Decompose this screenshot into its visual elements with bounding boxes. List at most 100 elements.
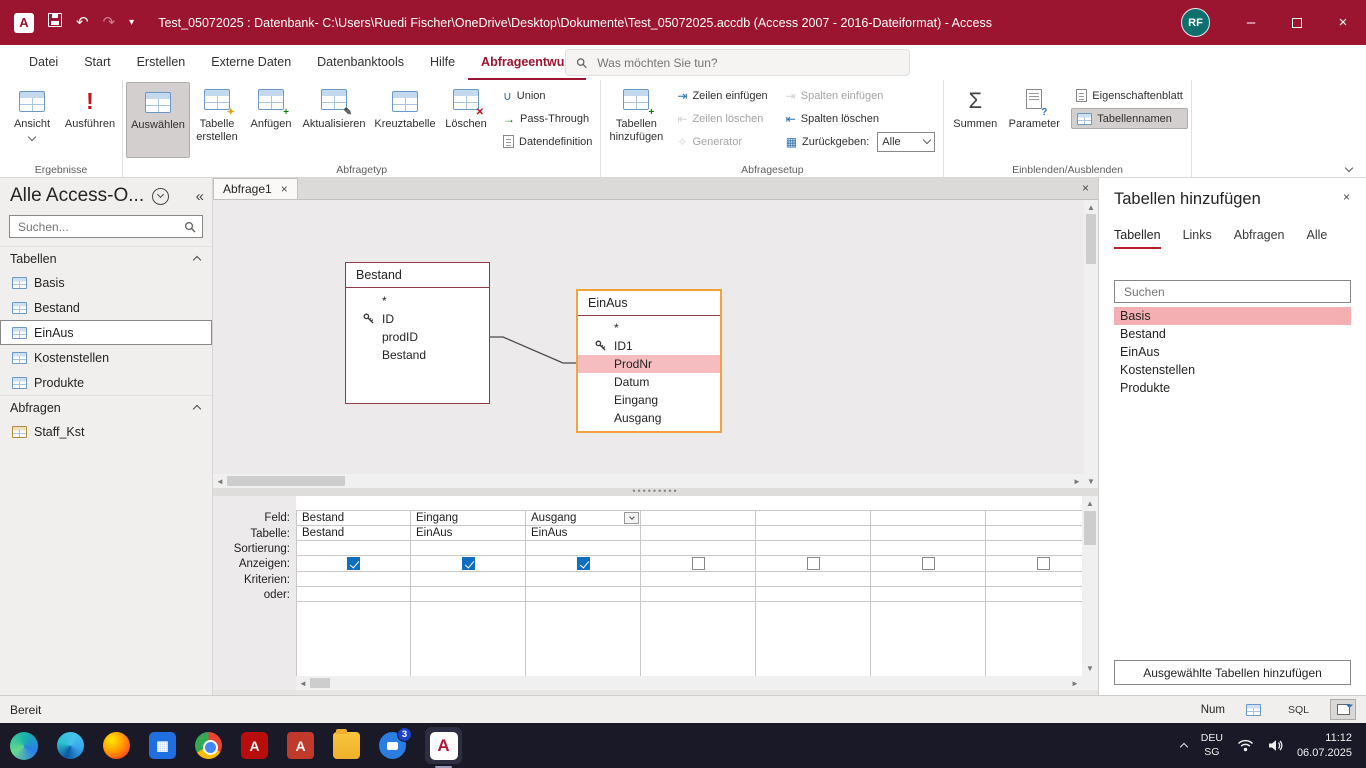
feld-cell[interactable]	[641, 510, 756, 526]
sortierung-cell[interactable]	[526, 541, 641, 556]
nav-item-staff-kst[interactable]: Staff_Kst	[0, 419, 212, 444]
panel-item-bestand[interactable]: Bestand	[1114, 325, 1351, 343]
field-star[interactable]: *	[346, 292, 489, 310]
anzeigen-checkbox[interactable]	[461, 557, 475, 570]
tabellennamen-toggle[interactable]: Tabellennamen	[1071, 108, 1188, 129]
tray-chevron-up[interactable]	[1179, 742, 1189, 752]
field-star[interactable]: *	[578, 319, 720, 337]
kriterien-cell[interactable]	[986, 572, 1082, 587]
feld-cell[interactable]: Ausgang	[526, 510, 641, 526]
kriterien-cell[interactable]	[526, 572, 641, 587]
query-table-bestand[interactable]: Bestand * ID prodID Bestand	[345, 262, 490, 404]
tabelle-cell[interactable]	[641, 526, 756, 541]
pane-splitter[interactable]: •••••••••	[213, 486, 1098, 496]
nav-item-kostenstellen[interactable]: Kostenstellen	[0, 345, 212, 370]
tell-me-search[interactable]	[565, 49, 910, 76]
panel-item-basis[interactable]: Basis	[1114, 307, 1351, 325]
kriterien-cell[interactable]	[411, 572, 526, 587]
nav-item-produkte[interactable]: Produkte	[0, 370, 212, 395]
panel-search-input[interactable]	[1122, 283, 1343, 300]
tab-hilfe[interactable]: Hilfe	[417, 45, 468, 80]
field-datum[interactable]: Datum	[578, 373, 720, 391]
grid-horizontal-scrollbar[interactable]: ◄ ►	[296, 676, 1082, 690]
anzeigen-checkbox[interactable]	[347, 557, 360, 570]
field-eingang[interactable]: Eingang	[578, 391, 720, 409]
anzeigen-checkbox[interactable]	[806, 557, 820, 570]
nav-item-einaus[interactable]: EinAus	[0, 320, 212, 345]
close-button[interactable]: ×	[1320, 0, 1366, 45]
ansicht-button[interactable]: Ansicht	[3, 82, 61, 158]
volume-icon[interactable]	[1268, 739, 1283, 752]
field-id[interactable]: ID	[346, 310, 489, 328]
chat-icon[interactable]: 3	[379, 727, 412, 759]
anzeigen-checkbox[interactable]	[921, 557, 935, 570]
tab-datei[interactable]: Datei	[16, 45, 71, 80]
kriterien-cell[interactable]	[756, 572, 871, 587]
minimize-button[interactable]: –	[1228, 0, 1274, 45]
table-title[interactable]: Bestand	[346, 263, 489, 288]
folder-icon[interactable]	[333, 729, 360, 759]
qat-customize-button[interactable]: ▾	[129, 17, 134, 28]
anfuegen-button[interactable]: + Anfügen	[244, 82, 298, 158]
summen-button[interactable]: Σ Summen	[947, 82, 1003, 158]
nav-item-basis[interactable]: Basis	[0, 270, 212, 295]
anzeigen-cell[interactable]	[296, 556, 411, 572]
redo-button[interactable]: ↷	[103, 15, 116, 30]
oder-cell[interactable]	[296, 587, 411, 602]
sql-view-button[interactable]: SQL	[1283, 699, 1314, 720]
datendefinition-button[interactable]: Datendefinition	[498, 131, 597, 152]
scroll-down-arrow[interactable]: ▼	[1082, 661, 1098, 676]
tab-close-icon[interactable]: ×	[281, 183, 288, 195]
oder-cell[interactable]	[411, 587, 526, 602]
oder-cell[interactable]	[756, 587, 871, 602]
nav-search-input[interactable]	[16, 218, 184, 235]
eigenschaftenblatt-button[interactable]: Eigenschaftenblatt	[1071, 85, 1188, 106]
pass-through-button[interactable]: → Pass-Through	[498, 108, 597, 129]
field-id1[interactable]: ID1	[578, 337, 720, 355]
access-pinned-icon[interactable]: A	[287, 732, 314, 759]
panel-tab-tabellen[interactable]: Tabellen	[1114, 228, 1161, 249]
undo-button[interactable]: ↶	[76, 15, 89, 30]
language-indicator[interactable]: DEU SG	[1201, 732, 1223, 758]
edge-icon[interactable]	[57, 732, 84, 759]
scroll-left-arrow[interactable]: ◄	[296, 676, 310, 690]
tab-externe-daten[interactable]: Externe Daten	[198, 45, 304, 80]
tabelle-cell[interactable]	[871, 526, 986, 541]
account-avatar[interactable]: RF	[1181, 8, 1210, 37]
anzeigen-cell[interactable]	[871, 556, 986, 572]
table-title[interactable]: EinAus	[578, 291, 720, 316]
tabelle-cell[interactable]	[756, 526, 871, 541]
oder-cell[interactable]	[641, 587, 756, 602]
sortierung-cell[interactable]	[986, 541, 1082, 556]
nav-search-box[interactable]	[9, 215, 203, 238]
kriterien-cell[interactable]	[641, 572, 756, 587]
anzeigen-cell[interactable]	[756, 556, 871, 572]
field-prodid[interactable]: prodID	[346, 328, 489, 346]
store-icon[interactable]: ▦	[149, 732, 176, 759]
start-button[interactable]	[10, 731, 38, 760]
kreuztabelle-button[interactable]: Kreuztabelle	[370, 82, 440, 158]
firefox-icon[interactable]	[103, 732, 130, 759]
nav-item-bestand[interactable]: Bestand	[0, 295, 212, 320]
tabelle-cell[interactable]: EinAus	[411, 526, 526, 541]
query-design-surface[interactable]: Bestand * ID prodID Bestand EinAus * ID1…	[213, 200, 1084, 474]
generator-button[interactable]: ✧ Generator	[672, 131, 772, 152]
search-input[interactable]	[595, 54, 899, 71]
spalten-einfuegen-button[interactable]: ⇥ Spalten einfügen	[781, 85, 941, 106]
anzeigen-cell[interactable]	[986, 556, 1082, 572]
union-button[interactable]: ∪ Union	[498, 85, 597, 106]
clock[interactable]: 11:12 06.07.2025	[1297, 731, 1352, 760]
field-bestand[interactable]: Bestand	[346, 346, 489, 364]
scroll-left-arrow[interactable]: ◄	[213, 474, 227, 488]
scrollbar-thumb[interactable]	[227, 476, 345, 486]
tabellen-hinzufuegen-button[interactable]: + Tabellen hinzufügen	[604, 82, 668, 158]
panel-item-produkte[interactable]: Produkte	[1114, 379, 1351, 397]
feld-cell[interactable]	[756, 510, 871, 526]
aktualisieren-button[interactable]: ✎ Aktualisieren	[298, 82, 370, 158]
query-table-einaus[interactable]: EinAus * ID1 ProdNr Datum Eingang Ausgan…	[576, 289, 722, 433]
tab-erstellen[interactable]: Erstellen	[124, 45, 199, 80]
sortierung-cell[interactable]	[871, 541, 986, 556]
scrollbar-thumb[interactable]	[1084, 511, 1096, 545]
zeilen-einfuegen-button[interactable]: ⇥ Zeilen einfügen	[672, 85, 772, 106]
tab-datenbanktools[interactable]: Datenbanktools	[304, 45, 417, 80]
